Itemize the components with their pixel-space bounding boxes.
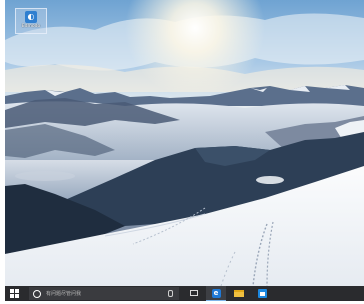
desktop-wallpaper[interactable]: ◐ Edmodo [5, 0, 364, 286]
store-icon [257, 289, 267, 298]
taskbar-app-file-explorer[interactable] [229, 286, 249, 301]
taskbar-app-store[interactable] [252, 286, 272, 301]
task-view-icon[interactable] [190, 290, 198, 296]
search-placeholder: 有问题尽管问我 [46, 291, 82, 297]
desktop-shortcut-label: Edmodo [21, 24, 41, 29]
windows-start-icon[interactable] [10, 289, 19, 298]
cortana-icon[interactable] [33, 289, 41, 298]
browser-icon: e [211, 288, 221, 298]
folder-icon [234, 290, 244, 297]
taskbar-app-browser[interactable]: e [206, 286, 226, 301]
app-shortcut-icon: ◐ [25, 11, 37, 23]
search-input[interactable]: 有问题尽管问我 [29, 287, 179, 300]
screen: ◐ Edmodo 有问题尽管问我 e [0, 0, 364, 304]
desktop-shortcut[interactable]: ◐ Edmodo [15, 8, 47, 34]
taskbar: 有问题尽管问我 e [5, 286, 364, 301]
microphone-icon[interactable] [168, 290, 173, 297]
mountain-wallpaper-image [5, 0, 364, 286]
